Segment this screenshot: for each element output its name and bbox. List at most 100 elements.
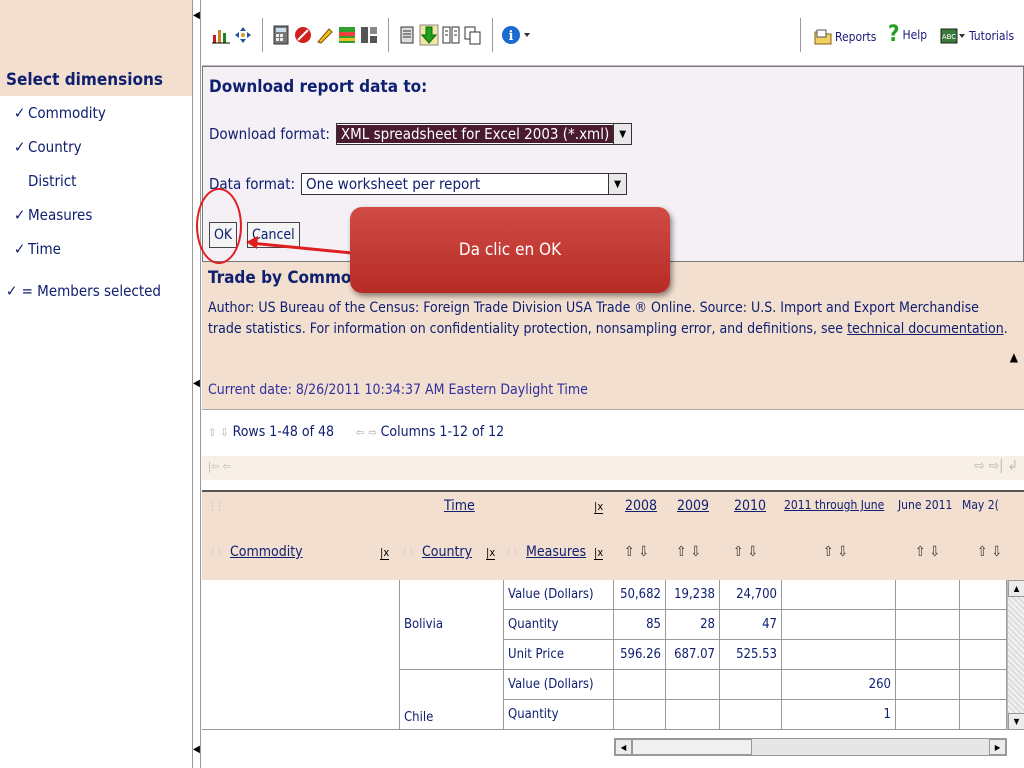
- dimension-item-time[interactable]: ✓ Time: [0, 232, 192, 266]
- toolbar-separator: [492, 18, 493, 52]
- dimension-item-country[interactable]: ✓ Country: [0, 130, 192, 164]
- download-icon[interactable]: [418, 24, 440, 46]
- measures-header-label[interactable]: Measures: [526, 544, 586, 560]
- dimension-label: District: [28, 172, 77, 190]
- vertical-scrollbar[interactable]: ▲ ▼: [1007, 580, 1024, 730]
- rows-pager: ⇧ ⇩ Rows 1-48 of 48: [208, 424, 334, 440]
- report-description: Author: US Bureau of the Census: Foreign…: [208, 300, 1008, 337]
- toolbar: i Reports ? Help ABC Tutorials: [202, 0, 1024, 66]
- download-format-value: XML spreadsheet for Excel 2003 (*.xml): [336, 125, 614, 143]
- highlight-circle: [196, 188, 242, 264]
- column-left-icon[interactable]: ⇦: [356, 426, 364, 439]
- column-header-2008[interactable]: 2008: [625, 498, 657, 514]
- chevron-down-icon[interactable]: ▼: [608, 174, 627, 194]
- pivot-icon[interactable]: [232, 24, 254, 46]
- scroll-track[interactable]: [1008, 597, 1024, 713]
- drag-handle-icon[interactable]: ⋮⋮: [208, 547, 224, 558]
- chevron-down-icon[interactable]: ▼: [613, 124, 632, 144]
- dimension-list: ✓ Commodity ✓ Country District ✓ Measures ✓…: [0, 96, 192, 266]
- sort-arrows-icon[interactable]: ⇧⇩: [624, 544, 653, 560]
- column-header-june-2011: June 2011: [898, 498, 953, 512]
- data-format-select[interactable]: One worksheet per report ▼: [301, 173, 628, 195]
- calculator-icon[interactable]: [270, 24, 292, 46]
- sort-arrows-icon[interactable]: ⇧⇩: [977, 544, 1006, 560]
- dimension-item-commodity[interactable]: ✓ Commodity: [0, 96, 192, 130]
- column-header-2011-through-june[interactable]: 2011 through June: [784, 498, 884, 512]
- value-cell: [896, 580, 960, 610]
- export-icon[interactable]: [440, 24, 462, 46]
- sort-arrows-icon[interactable]: ⇧⇩: [915, 544, 944, 560]
- country-header: ⋮⋮ Country: [400, 544, 472, 560]
- layout-icon[interactable]: [358, 24, 380, 46]
- sort-arrows-icon[interactable]: ⇧⇩: [733, 544, 762, 560]
- column-header-2009[interactable]: 2009: [677, 498, 709, 514]
- svg-text:ABC: ABC: [942, 33, 956, 41]
- print-icon[interactable]: [396, 24, 418, 46]
- copy-icon[interactable]: [462, 24, 484, 46]
- remove-commodity-icon[interactable]: |x: [380, 546, 390, 560]
- horizontal-scrollbar[interactable]: ◀ ▶: [614, 738, 1007, 756]
- reports-link[interactable]: Reports: [814, 28, 876, 46]
- paging-bar: ⇧ ⇩ Rows 1-48 of 48 ⇦ ⇨ Columns 1-12 of 12: [202, 424, 504, 440]
- collapse-left-icon[interactable]: ◀: [193, 744, 200, 755]
- dimension-item-measures[interactable]: ✓ Measures: [0, 198, 192, 232]
- dimension-label: Time: [28, 240, 61, 258]
- drag-handle-icon[interactable]: ⋮⋮: [400, 547, 416, 558]
- report-title: Trade by Commod: [208, 268, 363, 288]
- scroll-up-icon[interactable]: ▲: [1008, 580, 1024, 597]
- country-cell: Bolivia: [400, 580, 504, 670]
- column-header-may-2011: May 2(: [962, 498, 999, 512]
- value-cell: 85: [614, 610, 666, 640]
- help-label: Help: [902, 28, 928, 42]
- rows-info: Rows 1-48 of 48: [232, 424, 335, 440]
- column-header-2010[interactable]: 2010: [734, 498, 766, 514]
- collapse-left-icon[interactable]: ◀: [193, 378, 200, 389]
- value-cell: [720, 670, 782, 700]
- grid-header: ⋮⋮ Time |x 2008 2009 2010 2011 through J…: [202, 490, 1024, 580]
- download-format-row: Download format: XML spreadsheet for Exc…: [209, 123, 633, 145]
- time-header: ⋮⋮ Time: [208, 498, 608, 514]
- commodity-header-label[interactable]: Commodity: [230, 544, 303, 560]
- dimension-item-district[interactable]: District: [0, 164, 192, 198]
- main-area: Download report data to: Download format…: [202, 66, 1024, 768]
- value-cell: [666, 670, 720, 700]
- commodity-cell: [202, 580, 400, 730]
- collapse-left-icon[interactable]: ◀: [193, 10, 200, 21]
- first-column-icon[interactable]: |⇦ ⇦: [208, 460, 231, 473]
- tutorials-link[interactable]: ABC Tutorials: [940, 28, 1014, 44]
- check-icon: ✓: [14, 138, 26, 156]
- scroll-down-icon[interactable]: ▼: [1008, 713, 1024, 730]
- help-link[interactable]: ? Help: [888, 24, 928, 46]
- drag-handle-icon[interactable]: ⋮⋮: [208, 501, 224, 512]
- sort-arrows-icon[interactable]: ⇧⇩: [823, 544, 852, 560]
- technical-documentation-link[interactable]: technical documentation: [847, 321, 1004, 337]
- toolbar-separator: [262, 18, 263, 52]
- remove-measures-icon[interactable]: |x: [594, 546, 604, 560]
- column-right-icon[interactable]: ⇨: [368, 426, 376, 439]
- collapse-up-icon[interactable]: ▲: [1010, 350, 1018, 364]
- scroll-thumb[interactable]: [632, 739, 752, 755]
- scroll-left-icon[interactable]: ◀: [615, 739, 632, 755]
- scroll-right-icon[interactable]: ▶: [989, 739, 1006, 755]
- highlight-icon[interactable]: [314, 24, 336, 46]
- value-cell: [960, 670, 1007, 700]
- country-header-label[interactable]: Country: [422, 544, 472, 560]
- sort-arrows-icon[interactable]: ⇧⇩: [676, 544, 705, 560]
- remove-country-icon[interactable]: |x: [486, 546, 496, 560]
- value-cell: 687.07: [666, 640, 720, 670]
- table-colors-icon[interactable]: [336, 24, 358, 46]
- last-column-icon[interactable]: ⇨ ⇨| ↲: [974, 458, 1018, 474]
- check-icon: ✓: [14, 104, 26, 122]
- row-up-icon[interactable]: ⇧: [208, 426, 216, 439]
- time-header-label[interactable]: Time: [444, 498, 475, 514]
- stop-icon[interactable]: [292, 24, 314, 46]
- panel-splitter[interactable]: ◀ ◀ ◀: [193, 0, 201, 768]
- remove-time-icon[interactable]: |x: [594, 500, 604, 514]
- data-format-row: Data format: One worksheet per report ▼: [209, 173, 628, 195]
- drag-handle-icon[interactable]: ⋮⋮: [504, 547, 520, 558]
- columns-info: Columns 1-12 of 12: [380, 424, 505, 440]
- info-icon[interactable]: i: [500, 24, 534, 46]
- row-down-icon[interactable]: ⇩: [220, 426, 228, 439]
- download-format-select[interactable]: XML spreadsheet for Excel 2003 (*.xml) ▼: [335, 123, 633, 145]
- chart-icon[interactable]: [210, 24, 232, 46]
